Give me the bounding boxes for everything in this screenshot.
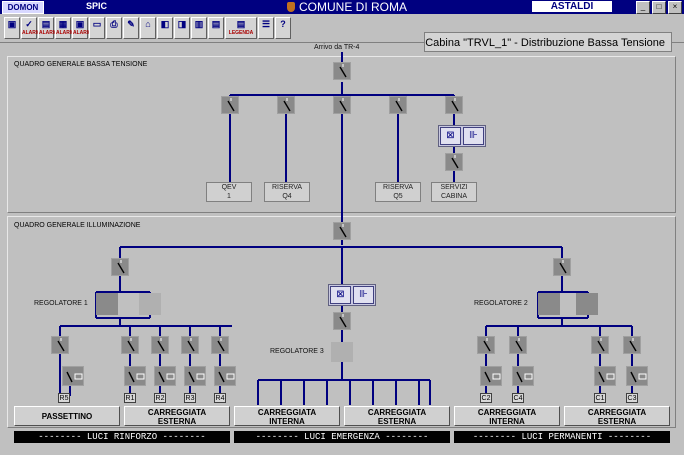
feeder-riserva-q4[interactable]: RISERVA Q4	[264, 182, 310, 202]
breaker-switch[interactable]	[51, 336, 69, 354]
btn-reinforcement-esterna[interactable]: CARREGGIATA ESTERNA	[124, 406, 230, 426]
circuit-switch[interactable]	[512, 366, 534, 386]
breaker-switch[interactable]	[333, 62, 351, 80]
circuit-switch[interactable]	[480, 366, 502, 386]
circuit-switch[interactable]	[124, 366, 146, 386]
breaker-switch[interactable]	[277, 96, 295, 114]
regulator-1-unit-b[interactable]	[139, 293, 161, 315]
ups-converter-top[interactable]: ⊠ ⊪	[438, 125, 486, 147]
breaker-switch[interactable]	[553, 258, 571, 276]
circuit-tag: C3	[626, 393, 638, 403]
btn-emergency-interna[interactable]: CARREGGIATA INTERNA	[234, 406, 340, 426]
btn-line2: INTERNA	[269, 417, 305, 426]
feeder-riserva-q5[interactable]: RISERVA Q5	[375, 182, 421, 202]
circuit-tag: R1	[124, 393, 136, 403]
band-luci-permanenti: -------- LUCI PERMANENTI --------	[454, 431, 670, 443]
inverter-icon: ⊠	[330, 286, 351, 304]
feeder-q5-line1: RISERVA	[382, 184, 414, 191]
btn-permanent-interna[interactable]: CARREGGIATA INTERNA	[454, 406, 560, 426]
breaker-switch[interactable]	[389, 96, 407, 114]
breaker-switch[interactable]	[151, 336, 169, 354]
btn-line1: CARREGGIATA	[147, 408, 207, 417]
circuit-switch[interactable]	[214, 366, 236, 386]
btn-line2: ESTERNA	[597, 417, 637, 426]
regulator-1-unit-a[interactable]	[96, 293, 118, 315]
circuit-tag: R3	[184, 393, 196, 403]
btn-line1: CARREGGIATA	[257, 408, 317, 417]
btn-line2: ESTERNA	[157, 417, 197, 426]
circuit-tag: C1	[594, 393, 606, 403]
btn-line1: CARREGGIATA	[587, 408, 647, 417]
circuit-switch[interactable]	[626, 366, 648, 386]
breaker-switch[interactable]	[333, 96, 351, 114]
regulator-2-unit-b[interactable]	[576, 293, 598, 315]
circuit-switch[interactable]	[154, 366, 176, 386]
breaker-switch[interactable]	[623, 336, 641, 354]
feeder-qev1-line2: 1	[227, 193, 231, 200]
breaker-switch[interactable]	[445, 153, 463, 171]
regulator-2-label: REGOLATORE 2	[474, 300, 528, 307]
feeder-qev1-line1: QEV	[221, 184, 237, 191]
btn-passettino[interactable]: PASSETTINO	[14, 406, 120, 426]
circuit-tag: R4	[214, 393, 226, 403]
regulator-3-unit[interactable]	[331, 342, 353, 362]
circuit-switch[interactable]	[62, 366, 84, 386]
breaker-switch[interactable]	[211, 336, 229, 354]
circuit-switch[interactable]	[184, 366, 206, 386]
inverter-icon: ⊠	[440, 127, 461, 145]
breaker-switch[interactable]	[333, 312, 351, 330]
ups-converter-center[interactable]: ⊠ ⊪	[328, 284, 376, 306]
band-luci-rinforzo: -------- LUCI RINFORZO --------	[14, 431, 230, 443]
battery-icon: ⊪	[353, 286, 374, 304]
breaker-switch[interactable]	[221, 96, 239, 114]
breaker-switch[interactable]	[477, 336, 495, 354]
feeder-qev1[interactable]: QEV 1	[206, 182, 252, 202]
regulator-3-label: REGOLATORE 3	[270, 348, 324, 355]
btn-line1: CARREGGIATA	[367, 408, 427, 417]
circuit-switch[interactable]	[594, 366, 616, 386]
battery-icon: ⊪	[463, 127, 484, 145]
circuit-tag: R5	[58, 393, 70, 403]
feeder-q5-line2: Q5	[393, 193, 403, 200]
band-luci-emergenza: -------- LUCI EMERGENZA --------	[234, 431, 450, 443]
btn-passettino-line1: PASSETTINO	[41, 412, 93, 421]
feeder-q4-line2: Q4	[282, 193, 292, 200]
feeder-servizi-line2: CABINA	[440, 193, 468, 200]
btn-permanent-esterna[interactable]: CARREGGIATA ESTERNA	[564, 406, 670, 426]
breaker-switch[interactable]	[181, 336, 199, 354]
breaker-switch[interactable]	[445, 96, 463, 114]
regulator-2-unit-a[interactable]	[538, 293, 560, 315]
breaker-switch[interactable]	[509, 336, 527, 354]
btn-line2: ESTERNA	[377, 417, 417, 426]
circuit-tag: C2	[480, 393, 492, 403]
breaker-switch[interactable]	[121, 336, 139, 354]
btn-emergency-esterna[interactable]: CARREGGIATA ESTERNA	[344, 406, 450, 426]
circuit-tag: R2	[154, 393, 166, 403]
breaker-switch[interactable]	[111, 258, 129, 276]
btn-line2: INTERNA	[489, 417, 525, 426]
feeder-q4-line1: RISERVA	[271, 184, 303, 191]
breaker-switch[interactable]	[333, 222, 351, 240]
btn-line1: CARREGGIATA	[477, 408, 537, 417]
feeder-servizi-cabina[interactable]: SERVIZI CABINA	[431, 182, 477, 202]
feeder-servizi-line1: SERVIZI	[440, 184, 468, 191]
breaker-switch[interactable]	[591, 336, 609, 354]
circuit-tag: C4	[512, 393, 524, 403]
regulator-1-label: REGOLATORE 1	[34, 300, 88, 307]
